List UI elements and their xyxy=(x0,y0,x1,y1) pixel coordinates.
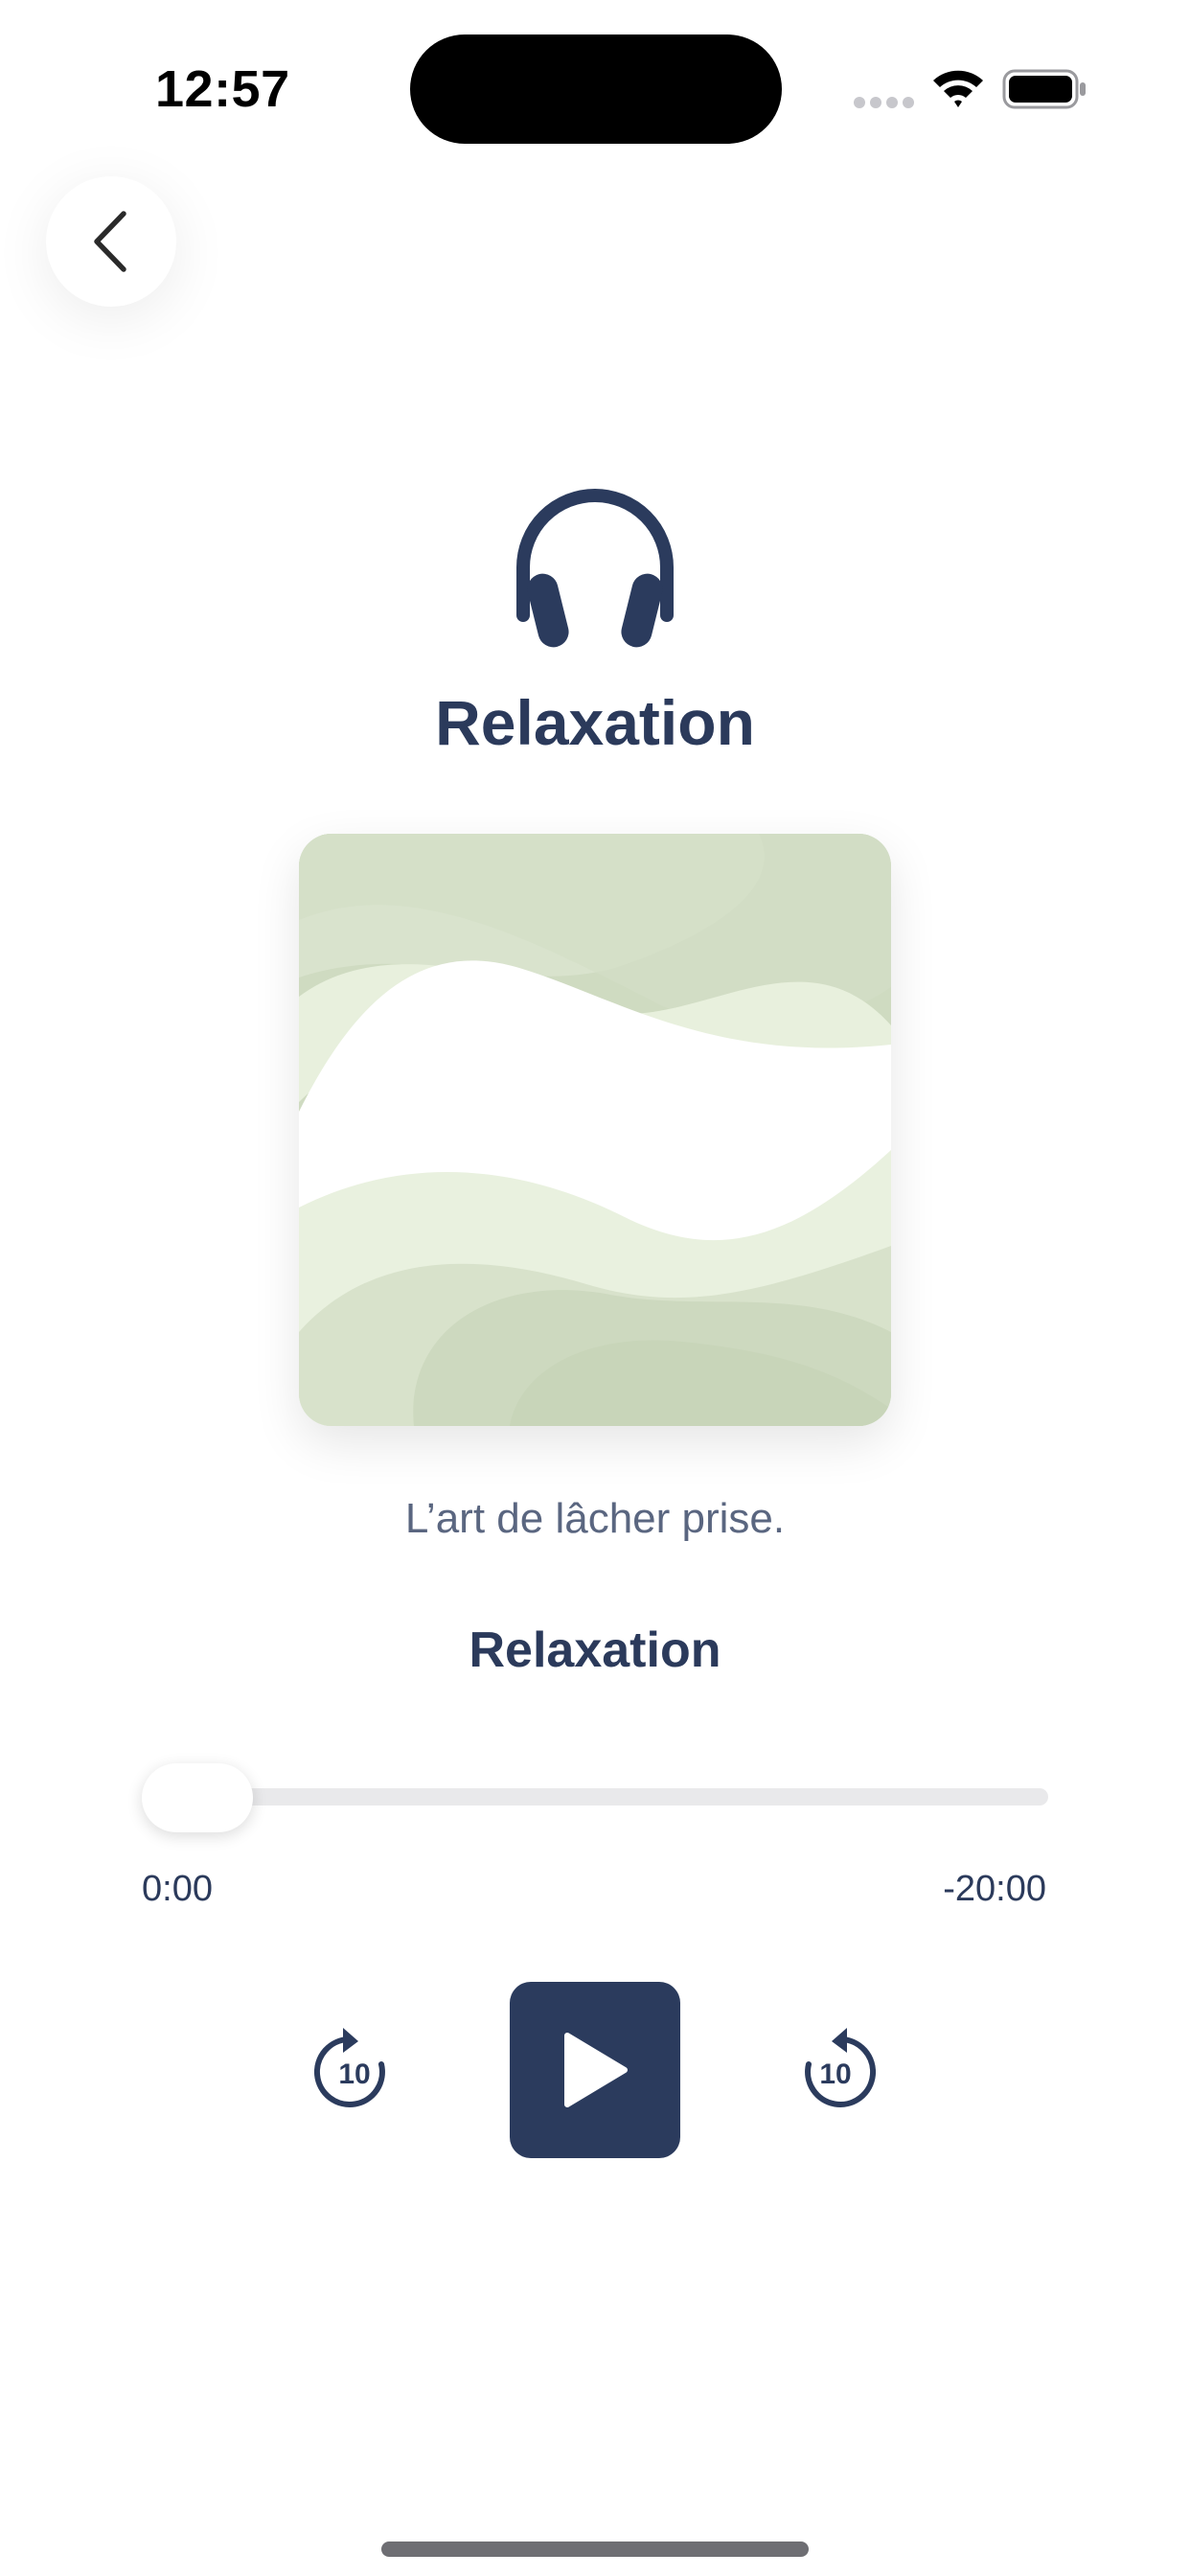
track-subtitle: L’art de lâcher prise. xyxy=(404,1495,786,1542)
back-button[interactable] xyxy=(46,176,176,307)
chevron-left-icon xyxy=(94,211,126,272)
cellular-signal-icon xyxy=(854,97,914,108)
track-artwork xyxy=(299,834,891,1426)
rewind-10-icon: 10 xyxy=(313,2028,385,2107)
headphones-icon xyxy=(516,489,674,648)
forward-10-label: 10 xyxy=(819,2058,851,2090)
status-bar-time: 12:57 xyxy=(155,60,290,118)
play-button[interactable] xyxy=(510,1982,680,2158)
rewind-10-label: 10 xyxy=(338,2058,370,2090)
track-name: Relaxation xyxy=(469,1622,721,1678)
remaining-time: -20:00 xyxy=(943,1869,1046,1909)
wifi-icon xyxy=(933,70,983,107)
progress-slider-thumb[interactable] xyxy=(142,1763,253,1832)
rewind-10-button[interactable]: 10 xyxy=(310,2026,399,2114)
play-icon xyxy=(564,2033,628,2107)
home-indicator[interactable] xyxy=(381,2542,809,2557)
forward-10-icon: 10 xyxy=(805,2028,877,2107)
elapsed-time: 0:00 xyxy=(142,1869,213,1909)
dynamic-island xyxy=(410,34,782,144)
abstract-waves-artwork xyxy=(299,834,891,1426)
battery-icon xyxy=(1002,69,1086,109)
progress-slider-track[interactable] xyxy=(144,1788,1048,1806)
forward-10-button[interactable]: 10 xyxy=(791,2026,880,2114)
page-title: Relaxation xyxy=(435,687,755,758)
